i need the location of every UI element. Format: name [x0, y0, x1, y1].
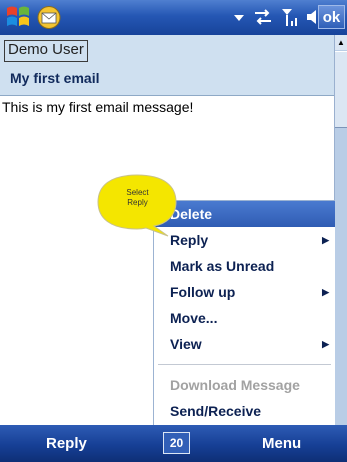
status-bar: ok [0, 0, 347, 35]
callout-bubble-icon [97, 174, 177, 237]
menu-item-download-message: Download Message [154, 372, 335, 398]
menu-separator [158, 364, 331, 365]
menu-item-view[interactable]: View ▶ [154, 331, 335, 357]
callout-line-1: Select [126, 188, 149, 197]
scroll-thumb[interactable] [335, 51, 347, 128]
message-body: This is my first email message! [2, 99, 194, 115]
callout-line-2: Reply [127, 198, 148, 207]
signal-strength-icon[interactable] [281, 7, 299, 27]
submenu-arrow-icon: ▶ [322, 287, 329, 297]
scroll-up-arrow-icon[interactable]: ▲ [335, 35, 347, 50]
menu-item-label: Send/Receive [170, 403, 262, 419]
submenu-arrow-icon: ▶ [322, 235, 329, 245]
menu-item-label: Download Message [170, 377, 300, 393]
menu-item-send-receive[interactable]: Send/Receive [154, 398, 335, 424]
menu-item-mark-as-unread[interactable]: Mark as Unread [154, 253, 335, 279]
menu-item-follow-up[interactable]: Follow up ▶ [154, 279, 335, 305]
message-subject: My first email [10, 70, 100, 86]
right-softkey-menu[interactable]: Menu [262, 425, 301, 462]
sender-name[interactable]: Demo User [4, 40, 88, 62]
menu-item-reply[interactable]: Reply ▶ [154, 227, 335, 253]
menu-item-label: Follow up [170, 284, 236, 300]
softkey-bar: Reply 20 Menu [0, 425, 347, 462]
instruction-callout: Select Reply [94, 172, 181, 244]
sync-icon[interactable] [252, 7, 274, 27]
ok-button[interactable]: ok [318, 5, 345, 29]
vertical-scrollbar[interactable]: ▲ [334, 35, 347, 425]
mail-icon[interactable] [36, 5, 62, 30]
start-icon[interactable] [4, 3, 32, 31]
message-header: Demo User My first email [0, 35, 334, 96]
menu-item-label: Move... [170, 310, 218, 326]
submenu-arrow-icon: ▶ [322, 339, 329, 349]
menu-item-label: View [170, 336, 202, 352]
menu-item-delete[interactable]: Delete [154, 201, 335, 227]
menu-item-label: Mark as Unread [170, 258, 275, 274]
left-softkey-reply[interactable]: Reply [46, 425, 87, 462]
input-panel-button[interactable]: 20 [163, 432, 190, 454]
signal-dropdown-icon[interactable] [232, 7, 246, 27]
menu-item-move[interactable]: Move... [154, 305, 335, 331]
callout-text: Select Reply [94, 188, 181, 208]
